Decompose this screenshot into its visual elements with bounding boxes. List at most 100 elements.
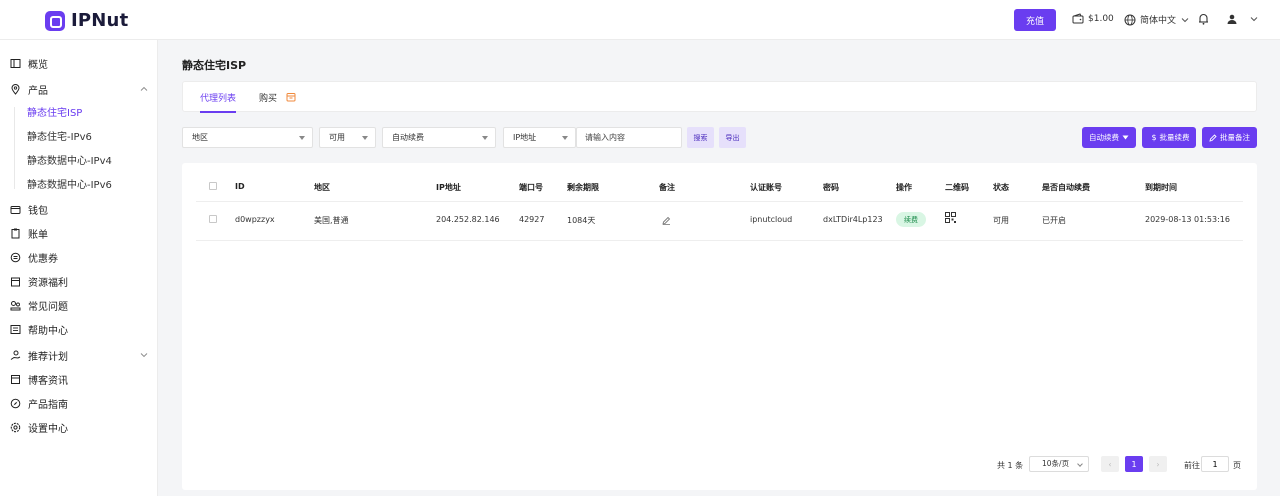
page-unit-label: 页: [1233, 461, 1241, 470]
row-checkbox[interactable]: [209, 215, 217, 223]
language-selector[interactable]: 简体中文: [1124, 13, 1189, 26]
chevron-down-icon: [1250, 17, 1258, 22]
sidebar-item-label: 设置中心: [28, 423, 68, 435]
export-button[interactable]: 导出: [719, 127, 746, 148]
sidebar-subitem-static-residential-isp[interactable]: 静态住宅ISP: [27, 107, 82, 121]
current-page-button[interactable]: 1: [1125, 456, 1143, 472]
chevron-down-icon[interactable]: [140, 351, 148, 359]
globe-icon: [1124, 14, 1136, 25]
sidebar-item-settings[interactable]: 设置中心: [10, 419, 68, 435]
sidebar-item-product-guide[interactable]: 产品指南: [10, 395, 68, 411]
sidebar-item-label: 产品指南: [28, 399, 68, 411]
sidebar-item-referral[interactable]: 推荐计划: [10, 347, 68, 363]
auto-renew-button-label: 自动续费: [1089, 133, 1119, 142]
page-size-select[interactable]: 10条/页: [1029, 456, 1089, 472]
sidebar-subitem-static-datacenter-ipv6[interactable]: 静态数据中心-IPv6: [27, 179, 112, 193]
cell-auto-renew: 已开启: [1042, 216, 1066, 225]
select-all-checkbox[interactable]: [209, 182, 217, 190]
next-page-button[interactable]: ›: [1149, 456, 1167, 472]
sidebar-item-label: 推荐计划: [28, 351, 68, 363]
tab-purchase-label: 购买: [259, 94, 278, 104]
cell-id: d0wpzzyx: [235, 215, 275, 224]
search-input[interactable]: [576, 127, 682, 148]
column-header: 是否自动续费: [1042, 183, 1090, 192]
balance-display[interactable]: $1.00: [1072, 13, 1114, 25]
auto-renew-select[interactable]: 自动续费: [382, 127, 496, 148]
column-header: 到期时间: [1145, 183, 1177, 192]
sidebar-item-help-center[interactable]: 帮助中心: [10, 321, 68, 337]
sidebar-item-wallet[interactable]: 钱包: [10, 201, 48, 217]
book-icon: [10, 324, 21, 334]
column-header: 剩余期限: [567, 183, 599, 192]
user-menu[interactable]: [1226, 13, 1258, 25]
bulk-note-button-label: 批量备注: [1220, 133, 1250, 142]
sidebar-item-bills[interactable]: 账单: [10, 225, 48, 241]
sidebar-subitem-static-datacenter-ipv4[interactable]: 静态数据中心-IPv4: [27, 155, 112, 169]
user-icon: [1227, 14, 1237, 24]
header-divider: [196, 201, 1243, 202]
edit-note-icon[interactable]: [662, 216, 671, 225]
top-header: IPNut 充值 $1.00 简体中文: [0, 0, 1280, 40]
cell-ip: 204.252.82.146: [436, 215, 500, 224]
caret-down-icon: [299, 136, 305, 140]
column-header: 操作: [896, 183, 912, 192]
tab-purchase[interactable]: 购买: [259, 91, 296, 104]
bulk-note-button[interactable]: 批量备注: [1202, 127, 1257, 148]
logo[interactable]: IPNut: [45, 10, 128, 31]
coupon-icon: [10, 252, 21, 262]
auto-renew-dropdown-button[interactable]: 自动续费: [1082, 127, 1136, 148]
sidebar-item-blog[interactable]: 博客资讯: [10, 371, 68, 387]
region-select-value: 地区: [192, 133, 208, 142]
region-select[interactable]: 地区: [182, 127, 313, 148]
sidebar-item-label: 账单: [28, 229, 48, 241]
layout-icon: [10, 58, 21, 68]
sidebar-item-label: 博客资讯: [28, 375, 68, 387]
calendar-icon: [286, 93, 296, 102]
wallet-icon: [10, 205, 21, 214]
tab-bar: 代理列表 购买: [182, 81, 1257, 113]
logo-text: IPNut: [71, 10, 129, 31]
sidebar-item-faq[interactable]: 常见问题: [10, 297, 68, 313]
caret-down-icon: [1122, 135, 1129, 140]
submenu-guide-line: [14, 107, 15, 189]
cell-expire: 2029-08-13 01:53:16: [1145, 215, 1230, 224]
language-label: 简体中文: [1140, 16, 1177, 26]
status-select[interactable]: 可用: [319, 127, 376, 148]
sidebar-item-label: 优惠券: [28, 253, 58, 265]
balance-amount: $1.00: [1088, 14, 1114, 24]
column-header: 备注: [659, 183, 675, 192]
qr-code-icon[interactable]: [945, 212, 956, 223]
search-field-select[interactable]: IP地址: [503, 127, 576, 148]
sidebar-item-label: 常见问题: [28, 301, 68, 313]
column-header: ID: [235, 182, 245, 191]
search-button[interactable]: 搜索: [687, 127, 714, 148]
notification-button[interactable]: [1198, 13, 1209, 28]
goto-label: 前往: [1184, 461, 1200, 470]
status-select-value: 可用: [329, 133, 345, 142]
bulk-renew-button[interactable]: $ 批量续费: [1142, 127, 1196, 148]
sidebar-item-products[interactable]: 产品: [10, 81, 48, 97]
column-header: IP地址: [436, 183, 461, 192]
page-title: 静态住宅ISP: [182, 59, 247, 72]
cell-port: 42927: [519, 215, 545, 224]
chevron-up-icon[interactable]: [140, 85, 148, 93]
location-pin-icon: [11, 83, 20, 95]
auto-renew-select-value: 自动续费: [392, 133, 424, 142]
help-icon: [10, 300, 21, 310]
cell-password: dxLTDir4Lp123: [823, 215, 883, 224]
sidebar-item-label: 产品: [28, 85, 48, 97]
sidebar-item-overview[interactable]: 概览: [10, 55, 48, 71]
goto-page-input[interactable]: [1201, 456, 1229, 472]
active-tab-indicator: [200, 111, 236, 113]
sidebar-subitem-static-residential-ipv6[interactable]: 静态住宅-IPv6: [27, 131, 92, 145]
prev-page-button[interactable]: ‹: [1101, 456, 1119, 472]
recharge-button[interactable]: 充值: [1014, 9, 1056, 31]
sidebar-item-resource-benefits[interactable]: 资源福利: [10, 273, 68, 289]
sidebar-item-coupons[interactable]: 优惠券: [10, 249, 58, 265]
renew-button[interactable]: 续费: [896, 212, 926, 227]
clipboard-icon: [11, 228, 20, 238]
column-header: 端口号: [519, 183, 543, 192]
sidebar-item-label: 帮助中心: [28, 325, 68, 337]
sidebar-item-label: 概览: [28, 59, 48, 71]
tab-proxy-list[interactable]: 代理列表: [200, 91, 236, 104]
